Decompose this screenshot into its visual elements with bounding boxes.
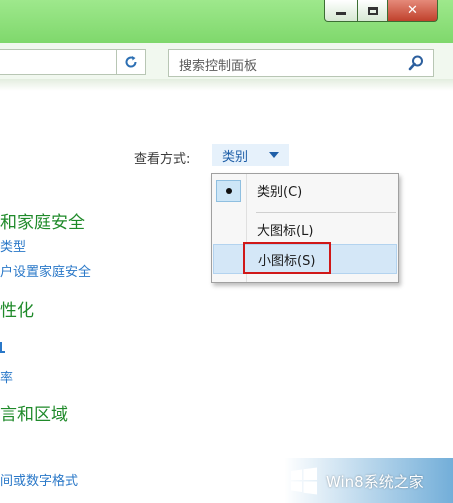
category-family-safety-link1[interactable]: 类型 <box>0 236 26 255</box>
watermark: Win8系统之家 <box>290 463 450 499</box>
category-region-title[interactable]: 言和区域 <box>0 400 68 425</box>
category-region-link1[interactable]: 间或数字格式 <box>0 470 78 489</box>
category-personalization-link2[interactable]: 率 <box>0 367 13 386</box>
search-placeholder: 搜索控制面板 <box>179 59 258 74</box>
menu-item-large-icons[interactable]: 大图标(L) <box>213 214 397 244</box>
search-icon[interactable] <box>407 54 425 72</box>
view-by-value: 类别 <box>222 149 249 165</box>
view-by-dropdown[interactable]: 类别 <box>212 144 289 166</box>
watermark-text: Win8系统之家 <box>326 472 424 491</box>
close-icon: ✕ <box>407 3 418 18</box>
view-by-label: 查看方式: <box>134 152 191 167</box>
title-bar: ✕ <box>0 0 453 43</box>
highlight-annotation-box <box>243 242 331 274</box>
menu-item-large-icons-label: 大图标(L) <box>257 223 314 239</box>
minimize-icon <box>336 12 346 15</box>
category-family-safety-title[interactable]: 和家庭安全 <box>0 208 85 233</box>
windows-logo-icon <box>291 467 317 495</box>
toolbar-shadow <box>0 79 453 91</box>
radio-check-icon <box>216 180 241 202</box>
dropdown-arrow-icon <box>269 152 279 158</box>
category-family-safety-link2[interactable]: 户设置家庭安全 <box>0 261 91 280</box>
refresh-button[interactable] <box>116 49 146 75</box>
close-button[interactable]: ✕ <box>388 0 438 22</box>
category-personalization-title[interactable]: 性化 <box>0 296 34 321</box>
search-input[interactable]: 搜索控制面板 <box>168 49 434 77</box>
maximize-icon <box>367 6 378 15</box>
menu-item-category-label: 类别(C) <box>257 184 303 200</box>
minimize-button[interactable] <box>324 0 358 22</box>
toolbar: 搜索控制面板 <box>0 43 453 79</box>
menu-divider <box>256 212 396 213</box>
refresh-icon <box>125 56 137 68</box>
menu-item-category[interactable]: 类别(C) <box>213 175 397 205</box>
category-personalization-link1[interactable] <box>0 342 5 357</box>
maximize-button[interactable] <box>358 0 388 22</box>
